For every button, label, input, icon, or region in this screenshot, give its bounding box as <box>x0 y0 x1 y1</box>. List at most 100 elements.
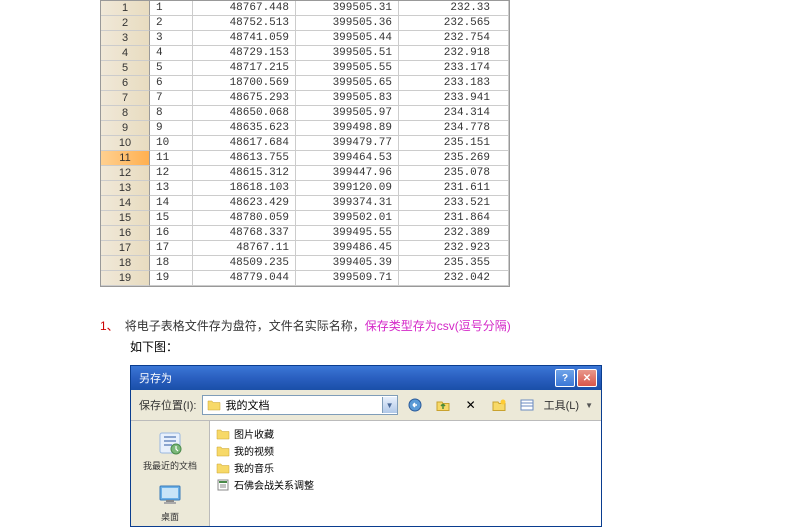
sidebar-item-recent[interactable]: 我最近的文档 <box>141 427 199 474</box>
cell[interactable]: 48767.11 <box>193 241 296 256</box>
file-list[interactable]: 图片收藏我的视频我的音乐石佛会战关系调整 <box>210 421 601 526</box>
row-header[interactable]: 9 <box>101 121 150 136</box>
cell[interactable]: 48623.429 <box>193 196 296 211</box>
row-header[interactable]: 6 <box>101 76 150 91</box>
cell[interactable]: 233.521 <box>399 196 509 211</box>
help-button[interactable]: ? <box>555 369 575 387</box>
cell[interactable]: 399505.36 <box>296 16 399 31</box>
table-row[interactable]: 1148767.448399505.31232.33 <box>101 1 509 16</box>
tools-label[interactable]: 工具(L) <box>544 397 579 413</box>
file-item[interactable]: 我的视频 <box>214 442 597 459</box>
cell[interactable]: 399505.65 <box>296 76 399 91</box>
cell[interactable]: 48780.059 <box>193 211 296 226</box>
cell[interactable]: 48752.513 <box>193 16 296 31</box>
cell[interactable]: 232.33 <box>399 1 509 16</box>
cell[interactable]: 48741.059 <box>193 31 296 46</box>
row-header[interactable]: 18 <box>101 256 150 271</box>
cell[interactable]: 234.314 <box>399 106 509 121</box>
cell[interactable]: 48675.293 <box>193 91 296 106</box>
table-row[interactable]: 161648768.337399495.55232.389 <box>101 226 509 241</box>
table-row[interactable]: 5548717.215399505.55233.174 <box>101 61 509 76</box>
file-item[interactable]: 我的音乐 <box>214 459 597 476</box>
up-folder-button[interactable] <box>432 395 454 415</box>
cell[interactable]: 48768.337 <box>193 226 296 241</box>
cell[interactable]: 48635.623 <box>193 121 296 136</box>
table-row[interactable]: 171748767.11399486.45232.923 <box>101 241 509 256</box>
location-select[interactable]: 我的文档 ▼ <box>202 395 397 415</box>
cell[interactable]: 18700.569 <box>193 76 296 91</box>
row-header[interactable]: 17 <box>101 241 150 256</box>
table-row[interactable]: 181848509.235399405.39235.355 <box>101 256 509 271</box>
cell[interactable]: 233.941 <box>399 91 509 106</box>
cell[interactable]: 48717.215 <box>193 61 296 76</box>
close-button[interactable]: ✕ <box>577 369 597 387</box>
cell[interactable]: 14 <box>150 196 193 211</box>
file-item[interactable]: 图片收藏 <box>214 425 597 442</box>
cell[interactable]: 48617.684 <box>193 136 296 151</box>
table-row[interactable]: 121248615.312399447.96235.078 <box>101 166 509 181</box>
cell[interactable]: 9 <box>150 121 193 136</box>
cell[interactable]: 399486.45 <box>296 241 399 256</box>
cell[interactable]: 5 <box>150 61 193 76</box>
cell[interactable]: 399447.96 <box>296 166 399 181</box>
cell[interactable]: 235.078 <box>399 166 509 181</box>
cell[interactable]: 48613.755 <box>193 151 296 166</box>
row-header[interactable]: 3 <box>101 31 150 46</box>
cell[interactable]: 233.174 <box>399 61 509 76</box>
cell[interactable]: 48779.044 <box>193 271 296 286</box>
row-header[interactable]: 11 <box>101 151 150 166</box>
table-row[interactable]: 8848650.068399505.97234.314 <box>101 106 509 121</box>
cell[interactable]: 2 <box>150 16 193 31</box>
table-row[interactable]: 6618700.569399505.65233.183 <box>101 76 509 91</box>
new-folder-button[interactable] <box>488 395 510 415</box>
cell[interactable]: 399505.44 <box>296 31 399 46</box>
cell[interactable]: 16 <box>150 226 193 241</box>
cell[interactable]: 231.611 <box>399 181 509 196</box>
table-row[interactable]: 3348741.059399505.44232.754 <box>101 31 509 46</box>
cell[interactable]: 399495.55 <box>296 226 399 241</box>
cell[interactable]: 6 <box>150 76 193 91</box>
file-item[interactable]: 石佛会战关系调整 <box>214 476 597 493</box>
cell[interactable]: 399502.01 <box>296 211 399 226</box>
table-row[interactable]: 7748675.293399505.83233.941 <box>101 91 509 106</box>
cell[interactable]: 235.269 <box>399 151 509 166</box>
table-row[interactable]: 191948779.044399509.71232.042 <box>101 271 509 286</box>
views-button[interactable] <box>516 395 538 415</box>
cell[interactable]: 399479.77 <box>296 136 399 151</box>
table-row[interactable]: 111148613.755399464.53235.269 <box>101 151 509 166</box>
cell[interactable]: 48509.235 <box>193 256 296 271</box>
cell[interactable]: 7 <box>150 91 193 106</box>
cell[interactable]: 232.754 <box>399 31 509 46</box>
row-header[interactable]: 14 <box>101 196 150 211</box>
table-row[interactable]: 4448729.153399505.51232.918 <box>101 46 509 61</box>
cell[interactable]: 232.565 <box>399 16 509 31</box>
cell[interactable]: 399509.71 <box>296 271 399 286</box>
cell[interactable]: 232.389 <box>399 226 509 241</box>
cell[interactable]: 399405.39 <box>296 256 399 271</box>
cell[interactable]: 3 <box>150 31 193 46</box>
cell[interactable]: 231.864 <box>399 211 509 226</box>
cell[interactable]: 10 <box>150 136 193 151</box>
table-row[interactable]: 131318618.103399120.09231.611 <box>101 181 509 196</box>
cell[interactable]: 48767.448 <box>193 1 296 16</box>
cell[interactable]: 234.778 <box>399 121 509 136</box>
cell[interactable]: 399505.97 <box>296 106 399 121</box>
cell[interactable]: 17 <box>150 241 193 256</box>
table-row[interactable]: 9948635.623399498.89234.778 <box>101 121 509 136</box>
row-header[interactable]: 7 <box>101 91 150 106</box>
cell[interactable]: 399498.89 <box>296 121 399 136</box>
back-button[interactable] <box>404 395 426 415</box>
delete-button[interactable]: ✕ <box>460 395 482 415</box>
sidebar-item-desktop[interactable]: 桌面 <box>152 478 188 525</box>
chevron-down-icon[interactable]: ▼ <box>585 401 593 410</box>
cell[interactable]: 12 <box>150 166 193 181</box>
cell[interactable]: 232.918 <box>399 46 509 61</box>
table-row[interactable]: 2248752.513399505.36232.565 <box>101 16 509 31</box>
table-row[interactable]: 101048617.684399479.77235.151 <box>101 136 509 151</box>
cell[interactable]: 1 <box>150 1 193 16</box>
row-header[interactable]: 16 <box>101 226 150 241</box>
dialog-titlebar[interactable]: 另存为 ? ✕ <box>131 366 601 390</box>
cell[interactable]: 4 <box>150 46 193 61</box>
cell[interactable]: 8 <box>150 106 193 121</box>
row-header[interactable]: 5 <box>101 61 150 76</box>
